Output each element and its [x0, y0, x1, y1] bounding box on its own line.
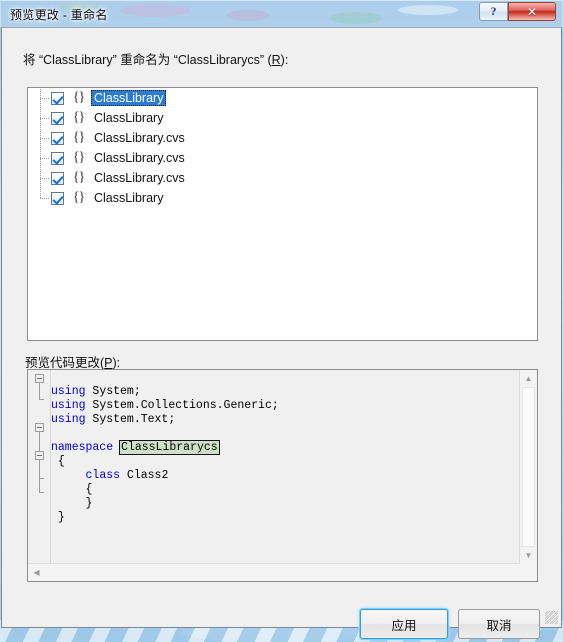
tree-row[interactable]: {} ClassLibrary: [28, 107, 537, 128]
code-keyword: using: [51, 384, 86, 398]
scroll-up-icon[interactable]: ▲: [520, 370, 537, 387]
outlining-gutter[interactable]: [28, 370, 51, 564]
checkbox-checked-icon[interactable]: [51, 111, 64, 125]
checkbox-checked-icon[interactable]: [51, 91, 64, 105]
namespace-icon: {}: [72, 130, 85, 145]
tree-connector-line: [37, 167, 51, 188]
tree-connector-line: [37, 107, 51, 128]
outline-vertical-line: [39, 383, 40, 399]
code-preview-box[interactable]: using System; using System.Collections.G…: [27, 369, 538, 582]
cancel-button[interactable]: 取消: [458, 609, 540, 639]
namespace-icon: {}: [72, 90, 85, 105]
code-preview-label-after: ):: [112, 356, 121, 370]
outline-end-tick: [39, 478, 44, 479]
namespace-icon: {}: [72, 190, 85, 205]
outline-end-tick: [39, 399, 44, 400]
code-keyword: class: [85, 468, 121, 482]
outline-collapse-box[interactable]: [35, 451, 44, 460]
tree-item-label: ClassLibrary.cvs: [94, 171, 185, 185]
rename-prompt-label: 将 “ClassLibrary” 重命名为 “ClassLibrarycs” (…: [23, 49, 288, 68]
outline-collapse-box[interactable]: [35, 374, 44, 383]
namespace-icon: {}: [72, 110, 85, 125]
resize-grip-icon[interactable]: [545, 611, 558, 624]
tree-row[interactable]: {} ClassLibrary: [28, 88, 537, 108]
checkbox-checked-icon[interactable]: [51, 191, 64, 205]
help-button[interactable]: ?: [479, 2, 508, 21]
dialog-client-area: 将 “ClassLibrary” 重命名为 “ClassLibrarycs” (…: [1, 27, 562, 639]
code-keyword: using: [51, 398, 86, 412]
tree-row[interactable]: {} ClassLibrary.cvs: [28, 127, 537, 148]
code-preview-accelerator: P: [104, 356, 113, 370]
tree-item-label: ClassLibrary: [94, 111, 164, 125]
tree-row[interactable]: {} ClassLibrary.cvs: [28, 167, 537, 188]
code-preview-text: using System; using System.Collections.G…: [51, 384, 279, 524]
vertical-scroll-track[interactable]: [522, 387, 535, 547]
outline-collapse-box[interactable]: [35, 423, 44, 432]
scroll-left-icon[interactable]: ◀: [28, 564, 45, 581]
outline-vertical-line: [39, 460, 40, 478]
tree-connector-line: [37, 88, 51, 108]
checkbox-checked-icon[interactable]: [51, 151, 64, 165]
tree-connector-line: [37, 127, 51, 148]
renamed-identifier-highlight: ClassLibrarycs: [119, 439, 220, 455]
tree-connector-line: [37, 187, 51, 208]
apply-button[interactable]: 应用: [360, 609, 448, 639]
window-title: 预览更改 - 重命名: [10, 8, 108, 22]
close-button[interactable]: ✕: [508, 2, 556, 21]
outline-end-tick: [39, 492, 44, 493]
code-preview-label-before: 预览代码更改(: [25, 356, 105, 370]
namespace-icon: {}: [72, 150, 85, 165]
tree-row[interactable]: {} ClassLibrary: [28, 187, 537, 208]
scroll-down-icon[interactable]: ▼: [520, 547, 537, 564]
horizontal-scroll-track[interactable]: [45, 566, 520, 579]
title-bar[interactable]: 预览更改 - 重命名 ? ✕: [0, 0, 563, 27]
scrollbar-corner: [520, 564, 537, 581]
rename-prompt-before: 将 “ClassLibrary” 重命名为 “ClassLibrarycs” (: [23, 53, 272, 67]
code-preview-viewport: using System; using System.Collections.G…: [28, 370, 520, 564]
tree-item-label: ClassLibrary.cvs: [94, 131, 185, 145]
code-vertical-scrollbar[interactable]: ▲ ▼: [519, 370, 537, 564]
tree-item-label: ClassLibrary: [91, 90, 167, 106]
tree-item-label: ClassLibrary: [94, 191, 164, 205]
changes-tree-list[interactable]: {} ClassLibrary {} ClassLibrary {} ClassLibra…: [27, 87, 538, 341]
caption-button-group: ? ✕: [479, 2, 556, 21]
checkbox-checked-icon[interactable]: [51, 131, 64, 145]
preview-changes-dialog: 预览更改 - 重命名 ? ✕ 将 “ClassLibrary” 重命名为 “Cl…: [0, 0, 563, 639]
code-horizontal-scrollbar[interactable]: ◀: [28, 563, 520, 581]
code-keyword: namespace: [51, 440, 114, 454]
tree-connector-line: [37, 147, 51, 168]
rename-prompt-after: ):: [280, 53, 289, 67]
code-keyword: using: [51, 412, 86, 426]
rename-prompt-accelerator: R: [271, 53, 281, 67]
namespace-icon: {}: [72, 170, 85, 185]
tree-row[interactable]: {} ClassLibrary.cvs: [28, 147, 537, 168]
tree-item-label: ClassLibrary.cvs: [94, 151, 185, 165]
checkbox-checked-icon[interactable]: [51, 171, 64, 185]
